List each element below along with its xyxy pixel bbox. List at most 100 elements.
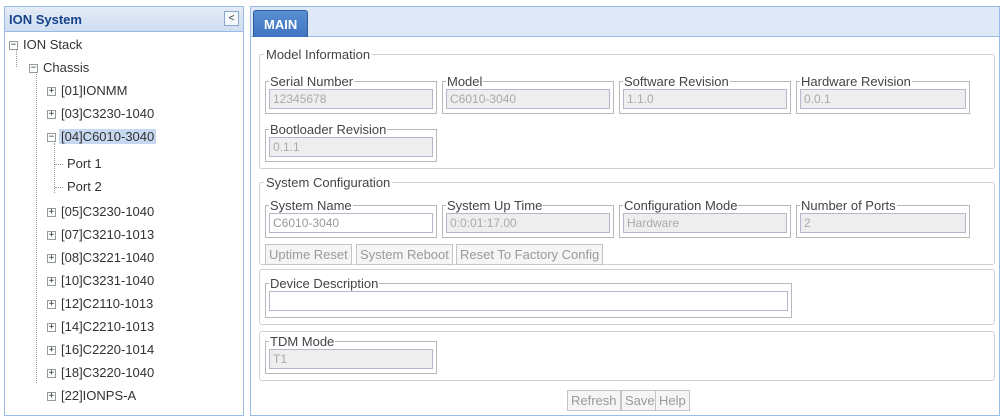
- tree-node-label: Chassis: [43, 60, 90, 75]
- tree-node-label: ION Stack: [23, 37, 83, 52]
- bootloader-revision-input[interactable]: [269, 137, 433, 157]
- tree-node-ion-stack[interactable]: − ION Stack: [9, 35, 84, 55]
- expand-node-icon[interactable]: +: [47, 254, 56, 264]
- field-label: Serial Number: [270, 74, 354, 89]
- field-label: System Name: [270, 198, 352, 213]
- tree-node-label: [03]C3230-1040: [61, 106, 155, 121]
- serial-number-input[interactable]: [269, 89, 433, 109]
- field-label: TDM Mode: [270, 334, 335, 349]
- tree-node-port[interactable]: Port 2: [65, 177, 104, 197]
- tree-connector: [36, 67, 37, 383]
- field-label: Model: [447, 74, 483, 89]
- field-label: Bootloader Revision: [270, 122, 387, 137]
- expand-node-icon[interactable]: +: [47, 300, 56, 310]
- tree-node-slot[interactable]: + [08]C3221-1040: [47, 248, 156, 268]
- collapse-panel-button[interactable]: <: [224, 11, 239, 26]
- device-description-field: Device Description: [265, 276, 792, 318]
- hardware-revision-input[interactable]: [800, 89, 966, 109]
- expand-node-icon[interactable]: +: [47, 369, 56, 379]
- collapse-node-icon[interactable]: −: [29, 64, 38, 74]
- system-name-field: System Name: [265, 198, 437, 238]
- configuration-mode-field: Configuration Mode: [619, 198, 791, 238]
- tdm-mode-input[interactable]: [269, 349, 433, 369]
- tree-node-label: [08]C3221-1040: [61, 250, 155, 265]
- tree-node-label: [18]C3220-1040: [61, 365, 155, 380]
- tab-strip: MAIN: [251, 7, 999, 37]
- bootloader-revision-field: Bootloader Revision: [265, 122, 437, 162]
- expand-node-icon[interactable]: +: [47, 208, 56, 218]
- serial-number-field: Serial Number: [265, 74, 437, 114]
- tree-connector: [55, 187, 63, 188]
- tree-node-label: [01]IONMM: [61, 83, 128, 98]
- model-information-group: Model Information Serial Number Model So…: [259, 47, 995, 169]
- refresh-button[interactable]: Refresh: [567, 390, 621, 411]
- tree-panel-header: ION System <: [5, 7, 243, 32]
- collapse-node-icon[interactable]: −: [9, 41, 18, 51]
- system-configuration-group: System Configuration System Name System …: [259, 175, 995, 265]
- group-legend: Model Information: [266, 47, 371, 62]
- tree-node-label: [14]C2210-1013: [61, 319, 155, 334]
- system-up-time-input[interactable]: [446, 213, 610, 233]
- reset-factory-config-button[interactable]: Reset To Factory Config: [456, 244, 604, 265]
- system-name-input[interactable]: [269, 213, 433, 233]
- tree-node-label: [16]C2220-1014: [61, 342, 155, 357]
- tree-node-label: Port 1: [67, 156, 102, 171]
- expand-node-icon[interactable]: +: [47, 110, 56, 120]
- tree-node-slot[interactable]: + [07]C3210-1013: [47, 225, 156, 245]
- tree-node-label: [05]C3230-1040: [61, 204, 155, 219]
- field-label: Number of Ports: [801, 198, 896, 213]
- field-label: Software Revision: [624, 74, 729, 89]
- navigation-tree-panel: ION System < − ION Stack − Chassis + [01]IO…: [4, 6, 244, 416]
- model-input[interactable]: [446, 89, 610, 109]
- software-revision-field: Software Revision: [619, 74, 791, 114]
- tab-main[interactable]: MAIN: [253, 10, 309, 37]
- tree-connector: [54, 143, 55, 193]
- field-label: System Up Time: [447, 198, 543, 213]
- number-of-ports-input[interactable]: [800, 213, 966, 233]
- tree-node-slot[interactable]: + [05]C3230-1040: [47, 202, 156, 222]
- tdm-mode-field: TDM Mode: [265, 334, 437, 374]
- field-label: Device Description: [270, 276, 379, 291]
- help-button[interactable]: Help: [655, 390, 690, 411]
- tree-node-label: Port 2: [67, 179, 102, 194]
- tree-panel-title: ION System: [9, 12, 82, 27]
- tree-node-label: [22]IONPS-A: [61, 388, 137, 403]
- uptime-reset-button[interactable]: Uptime Reset: [265, 244, 352, 265]
- tree-node-slot[interactable]: + [16]C2220-1014: [47, 340, 156, 360]
- tree-node-slot[interactable]: + [18]C3220-1040: [47, 363, 156, 383]
- software-revision-input[interactable]: [623, 89, 787, 109]
- tree-node-label: [12]C2110-1013: [61, 296, 154, 311]
- expand-node-icon[interactable]: +: [47, 346, 56, 356]
- expand-node-icon[interactable]: +: [47, 323, 56, 333]
- number-of-ports-field: Number of Ports: [796, 198, 970, 238]
- main-panel: MAIN Model Information Serial Number Mod…: [250, 6, 1000, 416]
- hardware-revision-field: Hardware Revision: [796, 74, 970, 114]
- expand-node-icon[interactable]: +: [47, 231, 56, 241]
- tree-connector: [55, 164, 63, 165]
- tree-node-chassis[interactable]: − Chassis: [29, 58, 91, 78]
- field-label: Hardware Revision: [801, 74, 911, 89]
- tree-node-slot-selected[interactable]: − [04]C6010-3040: [47, 127, 157, 147]
- expand-node-icon[interactable]: +: [47, 392, 56, 402]
- model-field: Model: [442, 74, 614, 114]
- device-description-group: Device Description: [259, 269, 995, 325]
- tree-node-slot[interactable]: + [14]C2210-1013: [47, 317, 156, 337]
- tree-node-slot[interactable]: + [10]C3231-1040: [47, 271, 156, 291]
- save-button[interactable]: Save: [621, 390, 659, 411]
- tree-node-label: [10]C3231-1040: [61, 273, 155, 288]
- tree-node-slot[interactable]: + [12]C2110-1013: [47, 294, 155, 314]
- tdm-mode-group: TDM Mode: [259, 331, 995, 381]
- tree-node-slot[interactable]: + [03]C3230-1040: [47, 104, 156, 124]
- tree-node-slot[interactable]: + [22]IONPS-A: [47, 386, 138, 406]
- system-reboot-button[interactable]: System Reboot: [356, 244, 453, 265]
- tree-node-slot[interactable]: + [01]IONMM: [47, 81, 129, 101]
- tree-node-port[interactable]: Port 1: [65, 154, 104, 174]
- configuration-mode-input[interactable]: [623, 213, 787, 233]
- collapse-node-icon[interactable]: −: [47, 133, 56, 143]
- tree-node-label: [04]C6010-3040: [59, 129, 157, 144]
- field-label: Configuration Mode: [624, 198, 738, 213]
- expand-node-icon[interactable]: +: [47, 87, 56, 97]
- system-up-time-field: System Up Time: [442, 198, 614, 238]
- device-description-input[interactable]: [269, 291, 788, 311]
- expand-node-icon[interactable]: +: [47, 277, 56, 287]
